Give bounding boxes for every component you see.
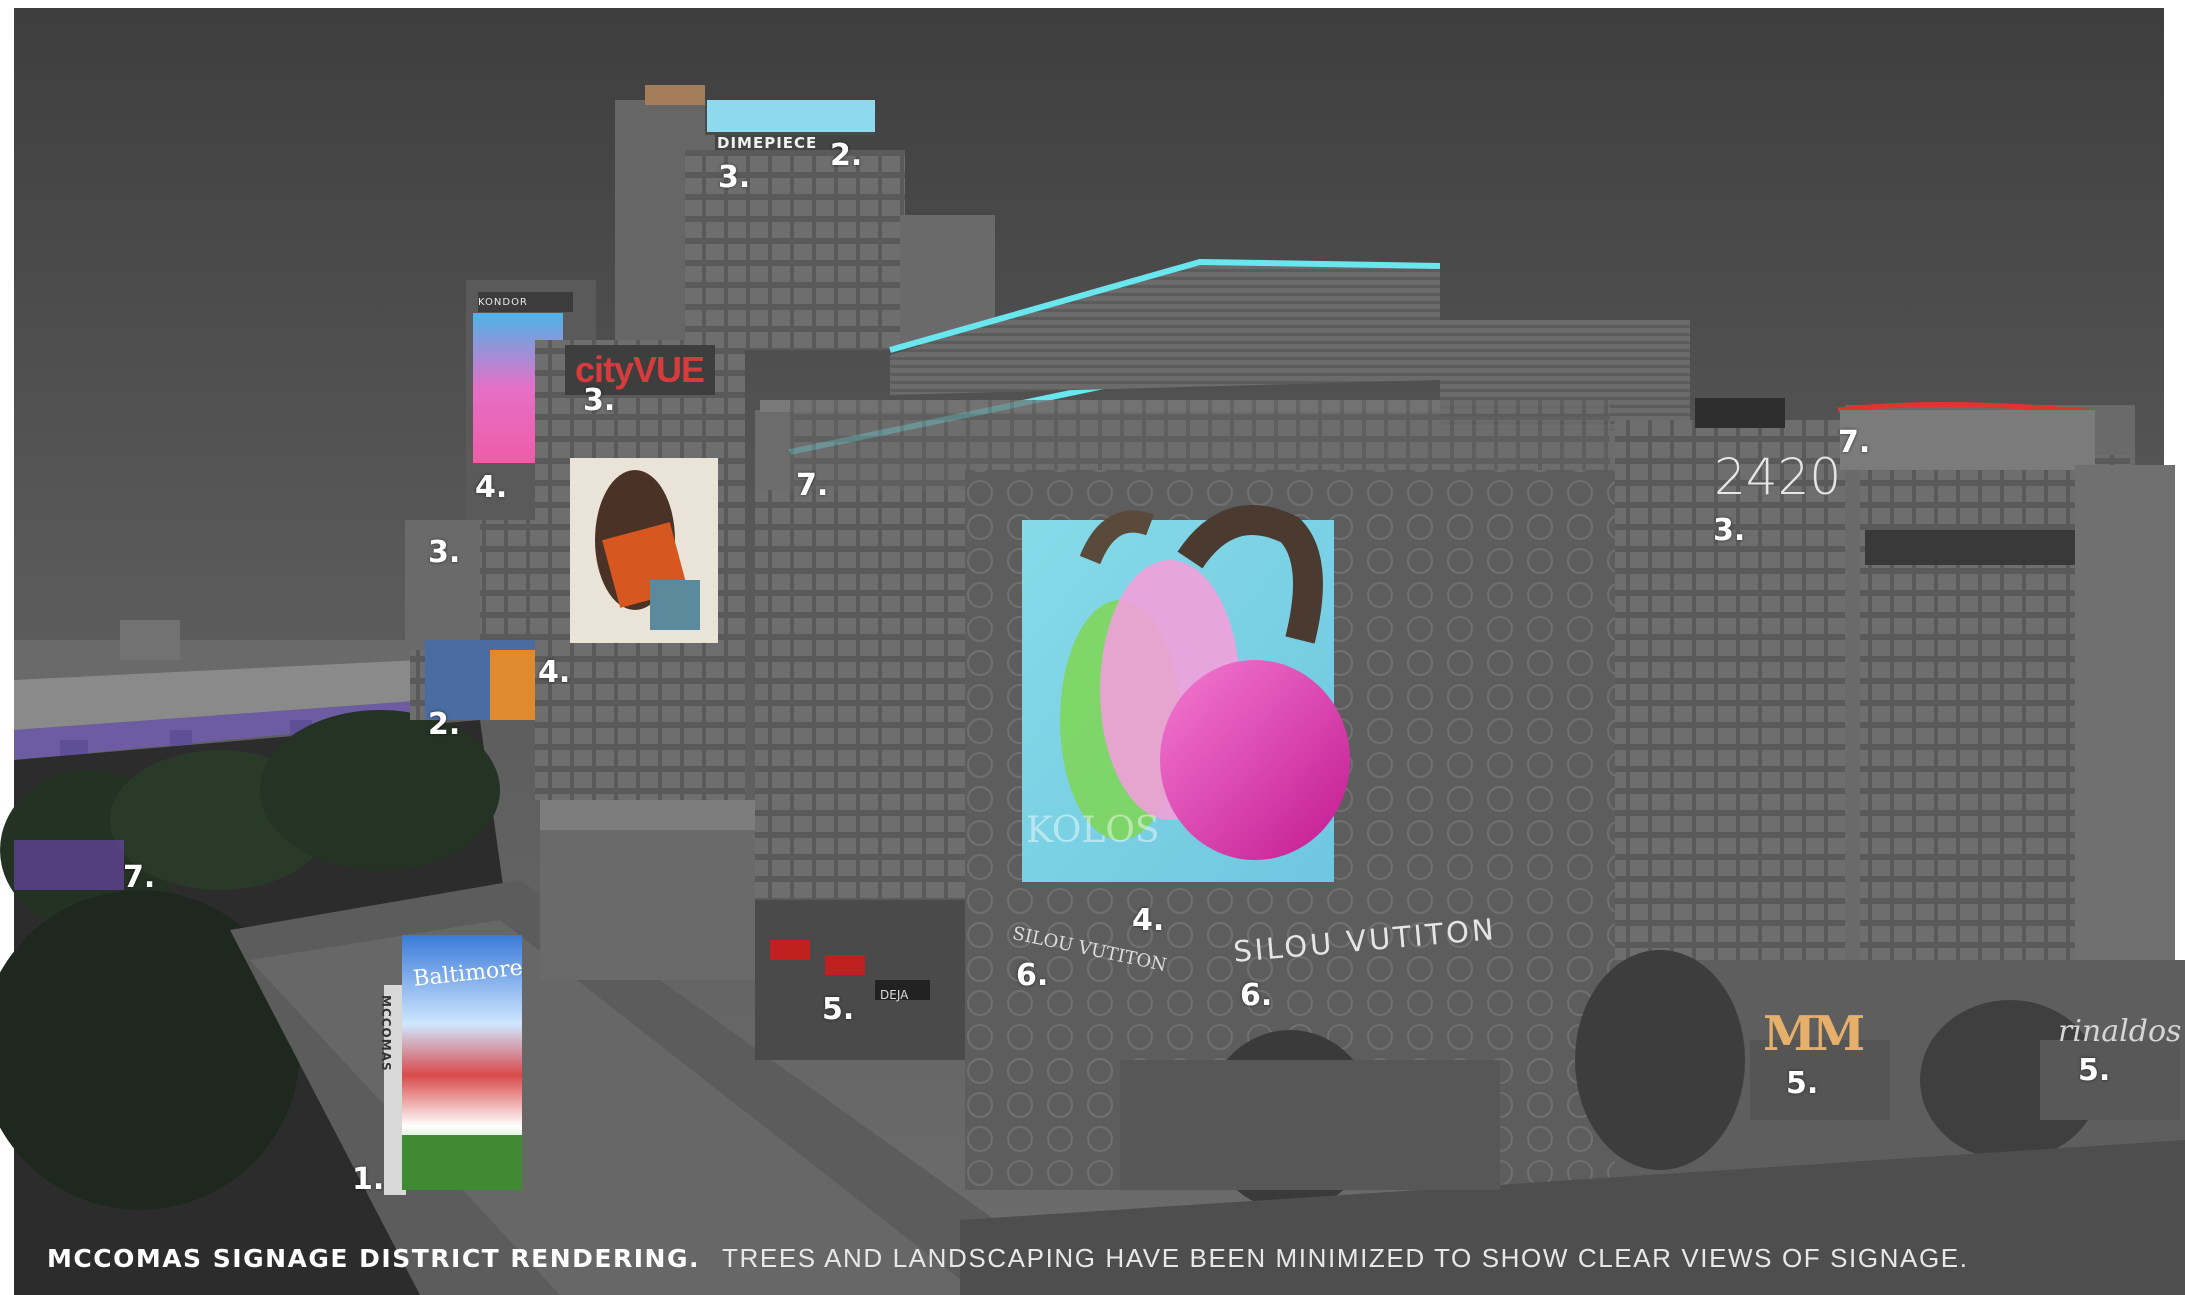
caption-title: MCCOMAS SIGNAGE DISTRICT RENDERING. — [47, 1244, 701, 1273]
marker-5-storefront: 5. — [822, 992, 855, 1027]
sign-mccomas-vertical: MCCOMAS — [379, 995, 393, 1072]
marker-7-main: 7. — [796, 468, 829, 503]
marker-2-left: 2. — [428, 707, 461, 742]
marker-1: 1. — [352, 1162, 385, 1197]
marker-4-kettlebell: 4. — [1132, 903, 1165, 938]
marker-7-right: 7. — [1838, 425, 1871, 460]
marker-3-2420: 3. — [1713, 513, 1746, 548]
marker-4-kondor: 4. — [475, 470, 508, 505]
sign-storefront: DEJA — [880, 988, 909, 1002]
caption-note: TREES AND LANDSCAPING HAVE BEEN MINIMIZE… — [722, 1243, 1969, 1273]
sign-kolos: KOLOS — [1026, 810, 1160, 851]
sign-2420-address: 2420 — [1714, 448, 1842, 506]
marker-3-left: 3. — [428, 535, 461, 570]
marker-2-top: 2. — [830, 138, 863, 173]
marker-3-cityvue: 3. — [583, 383, 616, 418]
rendering-illustration — [0, 0, 2185, 1295]
marker-5-mm: 5. — [1786, 1066, 1819, 1101]
marker-4-left: 4. — [538, 655, 571, 690]
sign-mm: MM — [1763, 1006, 1865, 1062]
rendering-scene: DIMEPIECE KONDOR cityVUE 2420 SILOU VUTI… — [0, 0, 2185, 1295]
sign-dimepiece: DIMEPIECE — [717, 134, 818, 152]
marker-7-left: 7. — [123, 860, 156, 895]
marker-5-rinaldos: 5. — [2078, 1053, 2111, 1088]
caption: MCCOMAS SIGNAGE DISTRICT RENDERING. TREES… — [47, 1243, 1969, 1274]
marker-3-dimepiece: 3. — [718, 160, 751, 195]
sign-kondor: KONDOR — [478, 297, 528, 308]
marker-6-right: 6. — [1240, 978, 1273, 1013]
marker-6-left: 6. — [1016, 958, 1049, 993]
sign-rinaldos: rinaldos — [2058, 1014, 2182, 1049]
